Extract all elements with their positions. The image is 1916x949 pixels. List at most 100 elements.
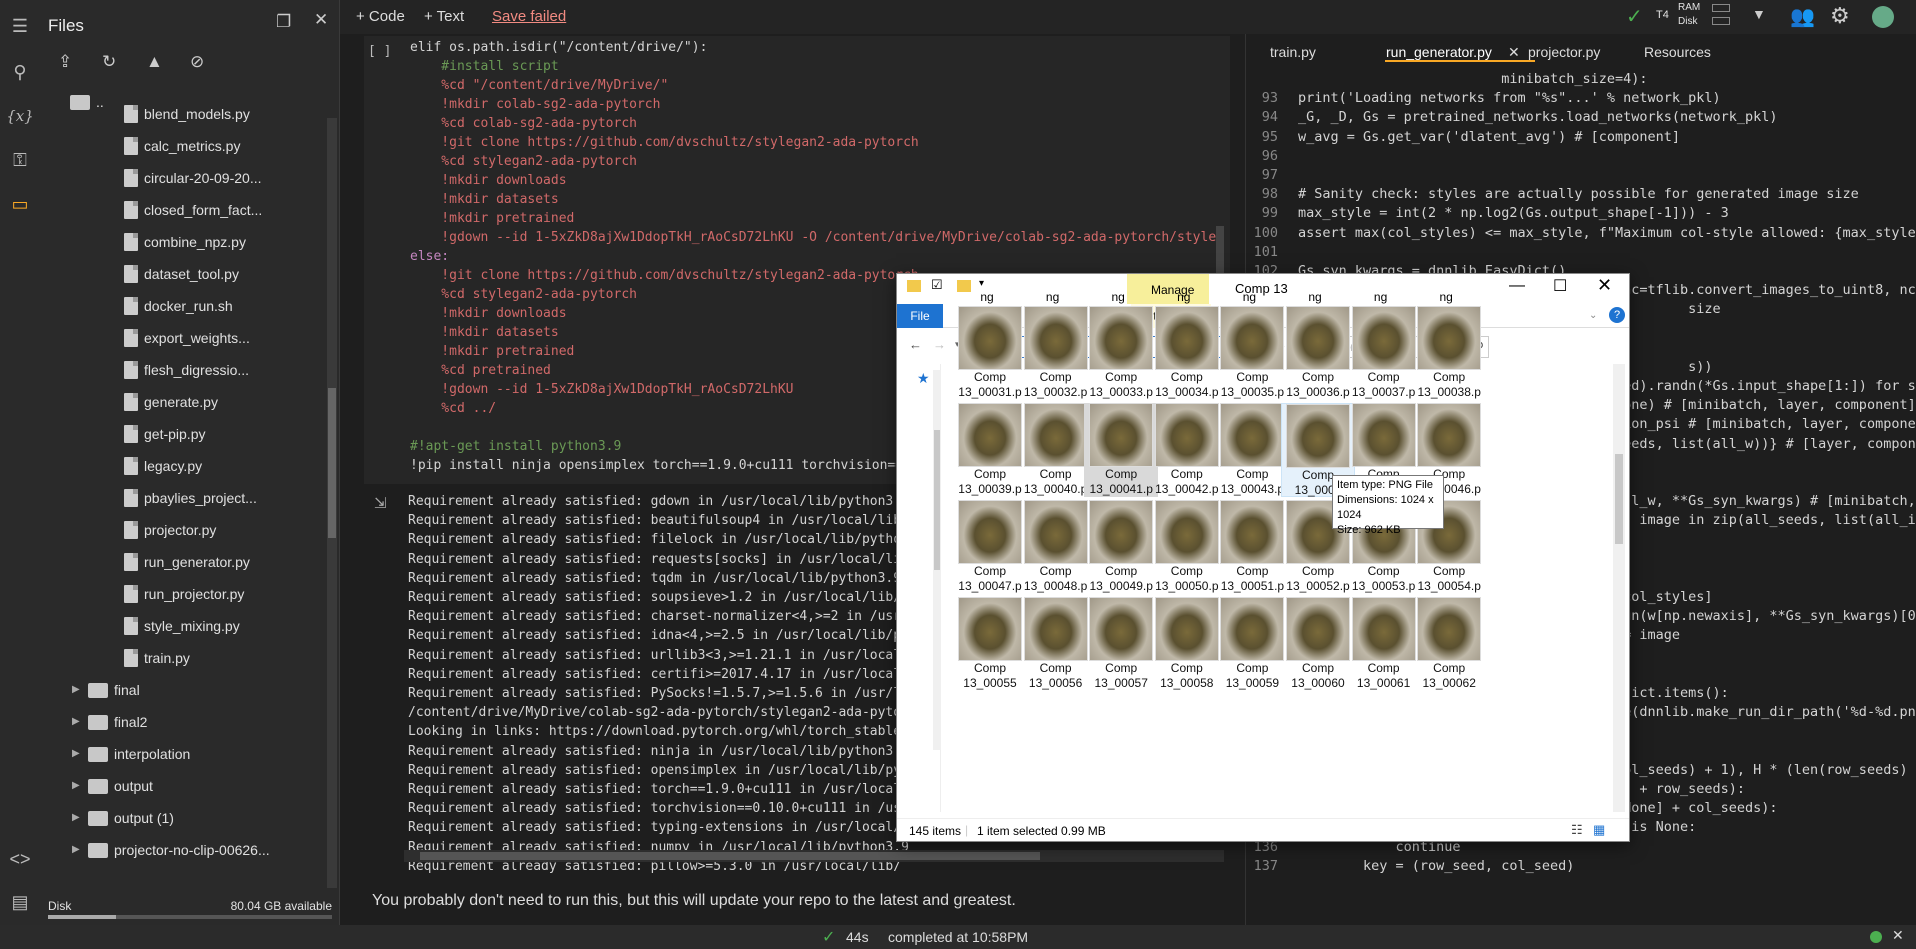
file-item[interactable]: train.py bbox=[40, 642, 332, 674]
image-thumbnail[interactable]: Comp 13_00038.p ng bbox=[1412, 306, 1486, 414]
people-icon[interactable]: 👥 bbox=[1790, 4, 1815, 29]
add-text-button[interactable]: + Text bbox=[424, 8, 464, 25]
chevron-down-icon[interactable]: ▼ bbox=[1752, 6, 1766, 22]
navigation-pane[interactable]: ★ bbox=[897, 364, 941, 812]
editor-tab[interactable]: Resources bbox=[1644, 44, 1711, 60]
drive-icon[interactable]: ▲ bbox=[146, 52, 163, 72]
image-thumbnail[interactable]: Comp 13_00055 bbox=[953, 597, 1027, 691]
help-icon[interactable]: ? bbox=[1609, 307, 1625, 323]
chevron-right-icon[interactable]: ▶ bbox=[72, 770, 80, 802]
properties-icon[interactable]: ☑ bbox=[931, 277, 943, 293]
editor-tab[interactable]: projector.py bbox=[1528, 44, 1600, 60]
run-cell-button[interactable]: [ ] bbox=[368, 44, 391, 59]
editor-tab[interactable]: run_generator.py bbox=[1386, 44, 1492, 60]
folder-item[interactable]: ▶ interpolation bbox=[40, 738, 332, 770]
folder-item[interactable]: ▶ final bbox=[40, 674, 332, 706]
content-scrollbar[interactable] bbox=[1613, 364, 1625, 812]
image-thumbnail[interactable]: Comp 13_00062 bbox=[1412, 597, 1486, 691]
image-thumbnail[interactable]: Comp 13_00039.p ng bbox=[953, 403, 1027, 511]
file-item[interactable]: combine_npz.py bbox=[40, 226, 332, 258]
code-snippets-icon[interactable]: <> bbox=[6, 845, 34, 873]
editor-tab[interactable]: train.py bbox=[1270, 44, 1316, 60]
close-tab-icon[interactable]: ✕ bbox=[1508, 44, 1520, 61]
image-thumbnail[interactable]: Comp 13_00035.p ng bbox=[1215, 306, 1289, 414]
image-thumbnail[interactable]: Comp 13_00060 bbox=[1281, 597, 1355, 691]
file-item[interactable]: closed_form_fact... bbox=[40, 194, 332, 226]
file-item[interactable]: projector.py bbox=[40, 514, 332, 546]
quick-access-icon[interactable]: ★ bbox=[917, 370, 930, 387]
folder-item[interactable]: ▶ output (1) bbox=[40, 802, 332, 834]
chevron-right-icon[interactable]: ▶ bbox=[72, 706, 80, 738]
upload-icon[interactable]: ⇪ bbox=[58, 52, 72, 72]
file-item[interactable]: circular-20-09-20... bbox=[40, 162, 332, 194]
image-thumbnail[interactable]: Comp 13_00056 bbox=[1019, 597, 1093, 691]
minimize-icon[interactable]: — bbox=[1509, 277, 1525, 295]
chevron-right-icon[interactable]: ▶ bbox=[72, 674, 80, 706]
image-thumbnail[interactable]: Comp 13_00050.p ng bbox=[1150, 500, 1224, 608]
folder-icon[interactable]: ▭ bbox=[6, 190, 34, 218]
file-item[interactable]: docker_run.sh bbox=[40, 290, 332, 322]
hide-files-icon[interactable]: ⊘ bbox=[190, 52, 204, 72]
file-item[interactable]: generate.py bbox=[40, 386, 332, 418]
file-item[interactable]: pbaylies_project... bbox=[40, 482, 332, 514]
close-icon[interactable]: ✕ bbox=[314, 10, 328, 30]
file-item[interactable]: legacy.py bbox=[40, 450, 332, 482]
file-item[interactable]: run_projector.py bbox=[40, 578, 332, 610]
variables-icon[interactable]: {x} bbox=[6, 102, 34, 130]
file-item[interactable]: style_mixing.py bbox=[40, 610, 332, 642]
folder-item[interactable]: ▶ projector-no-clip-00626... bbox=[40, 834, 332, 866]
chevron-right-icon[interactable]: ▶ bbox=[72, 802, 80, 834]
sidebar-scrollbar[interactable] bbox=[327, 118, 337, 888]
key-icon[interactable]: ⚿ bbox=[6, 146, 34, 174]
gear-icon[interactable]: ⚙ bbox=[1830, 3, 1850, 29]
image-thumbnail[interactable]: Comp 13_00032.p ng bbox=[1019, 306, 1093, 414]
open-tab-icon[interactable]: ❐ bbox=[276, 12, 291, 32]
image-thumbnail[interactable]: Comp 13_00040.p ng bbox=[1019, 403, 1093, 511]
image-thumbnail[interactable]: Comp 13_00033.p ng bbox=[1084, 306, 1158, 414]
add-code-button[interactable]: + Code bbox=[356, 8, 405, 25]
forward-icon[interactable]: → bbox=[933, 337, 946, 352]
folder-item[interactable]: ▶ output bbox=[40, 770, 332, 802]
chevron-right-icon[interactable]: ▶ bbox=[72, 834, 80, 866]
customize-toolbar-icon[interactable]: ▾ bbox=[979, 278, 984, 289]
file-item[interactable]: blend_models.py bbox=[40, 98, 332, 130]
close-icon[interactable]: ✕ bbox=[1597, 275, 1612, 296]
image-thumbnail[interactable]: Comp 13_00041.p ng bbox=[1084, 403, 1159, 511]
image-thumbnail[interactable]: Comp 13_00048.p ng bbox=[1019, 500, 1093, 608]
file-item[interactable]: dataset_tool.py bbox=[40, 258, 332, 290]
maximize-icon[interactable]: ☐ bbox=[1553, 276, 1567, 296]
chevron-right-icon[interactable]: ▶ bbox=[72, 738, 80, 770]
save-failed-link[interactable]: Save failed bbox=[492, 8, 566, 25]
nav-scrollbar[interactable] bbox=[933, 370, 941, 750]
ribbon-tab[interactable]: File bbox=[897, 304, 943, 328]
file-item[interactable]: get-pip.py bbox=[40, 418, 332, 450]
file-item[interactable]: export_weights... bbox=[40, 322, 332, 354]
image-thumbnail[interactable]: Comp 13_00057 bbox=[1084, 597, 1158, 691]
image-thumbnail[interactable]: Comp 13_00036.p ng bbox=[1281, 306, 1355, 414]
menu-icon[interactable]: ☰ bbox=[6, 12, 34, 40]
image-thumbnail[interactable]: Comp 13_00037.p ng bbox=[1347, 306, 1421, 414]
file-item[interactable]: run_generator.py bbox=[40, 546, 332, 578]
large-icons-view-icon[interactable]: ▦ bbox=[1593, 822, 1605, 838]
image-thumbnail[interactable]: Comp 13_00042.p ng bbox=[1150, 403, 1224, 511]
refresh-icon[interactable]: ↻ bbox=[102, 52, 116, 72]
output-hscrollbar[interactable] bbox=[404, 850, 1224, 862]
image-thumbnail[interactable]: Comp 13_00061 bbox=[1347, 597, 1421, 691]
image-thumbnail[interactable]: Comp 13_00031.p ng bbox=[953, 306, 1027, 414]
image-thumbnail[interactable]: Comp 13_00034.p ng bbox=[1150, 306, 1224, 414]
terminal-icon[interactable]: ▤ bbox=[6, 888, 34, 916]
expand-ribbon-icon[interactable]: ⌄ bbox=[1589, 310, 1597, 321]
close-icon[interactable]: ✕ bbox=[1892, 927, 1904, 944]
image-thumbnail[interactable]: Comp 13_00051.p ng bbox=[1215, 500, 1289, 608]
folder-item[interactable]: ▶ final2 bbox=[40, 706, 332, 738]
avatar[interactable] bbox=[1872, 6, 1894, 28]
image-thumbnail[interactable]: Comp 13_00043.p ng bbox=[1215, 403, 1289, 511]
file-item[interactable]: flesh_digressio... bbox=[40, 354, 332, 386]
image-thumbnail[interactable]: Comp 13_00049.p ng bbox=[1084, 500, 1158, 608]
back-icon[interactable]: ← bbox=[909, 337, 922, 352]
search-icon[interactable]: ⚲ bbox=[6, 58, 34, 86]
details-view-icon[interactable]: ☷ bbox=[1571, 822, 1583, 838]
image-thumbnail[interactable]: Comp 13_00059 bbox=[1215, 597, 1289, 691]
image-thumbnail[interactable]: Comp 13_00058 bbox=[1150, 597, 1224, 691]
file-item[interactable]: calc_metrics.py bbox=[40, 130, 332, 162]
